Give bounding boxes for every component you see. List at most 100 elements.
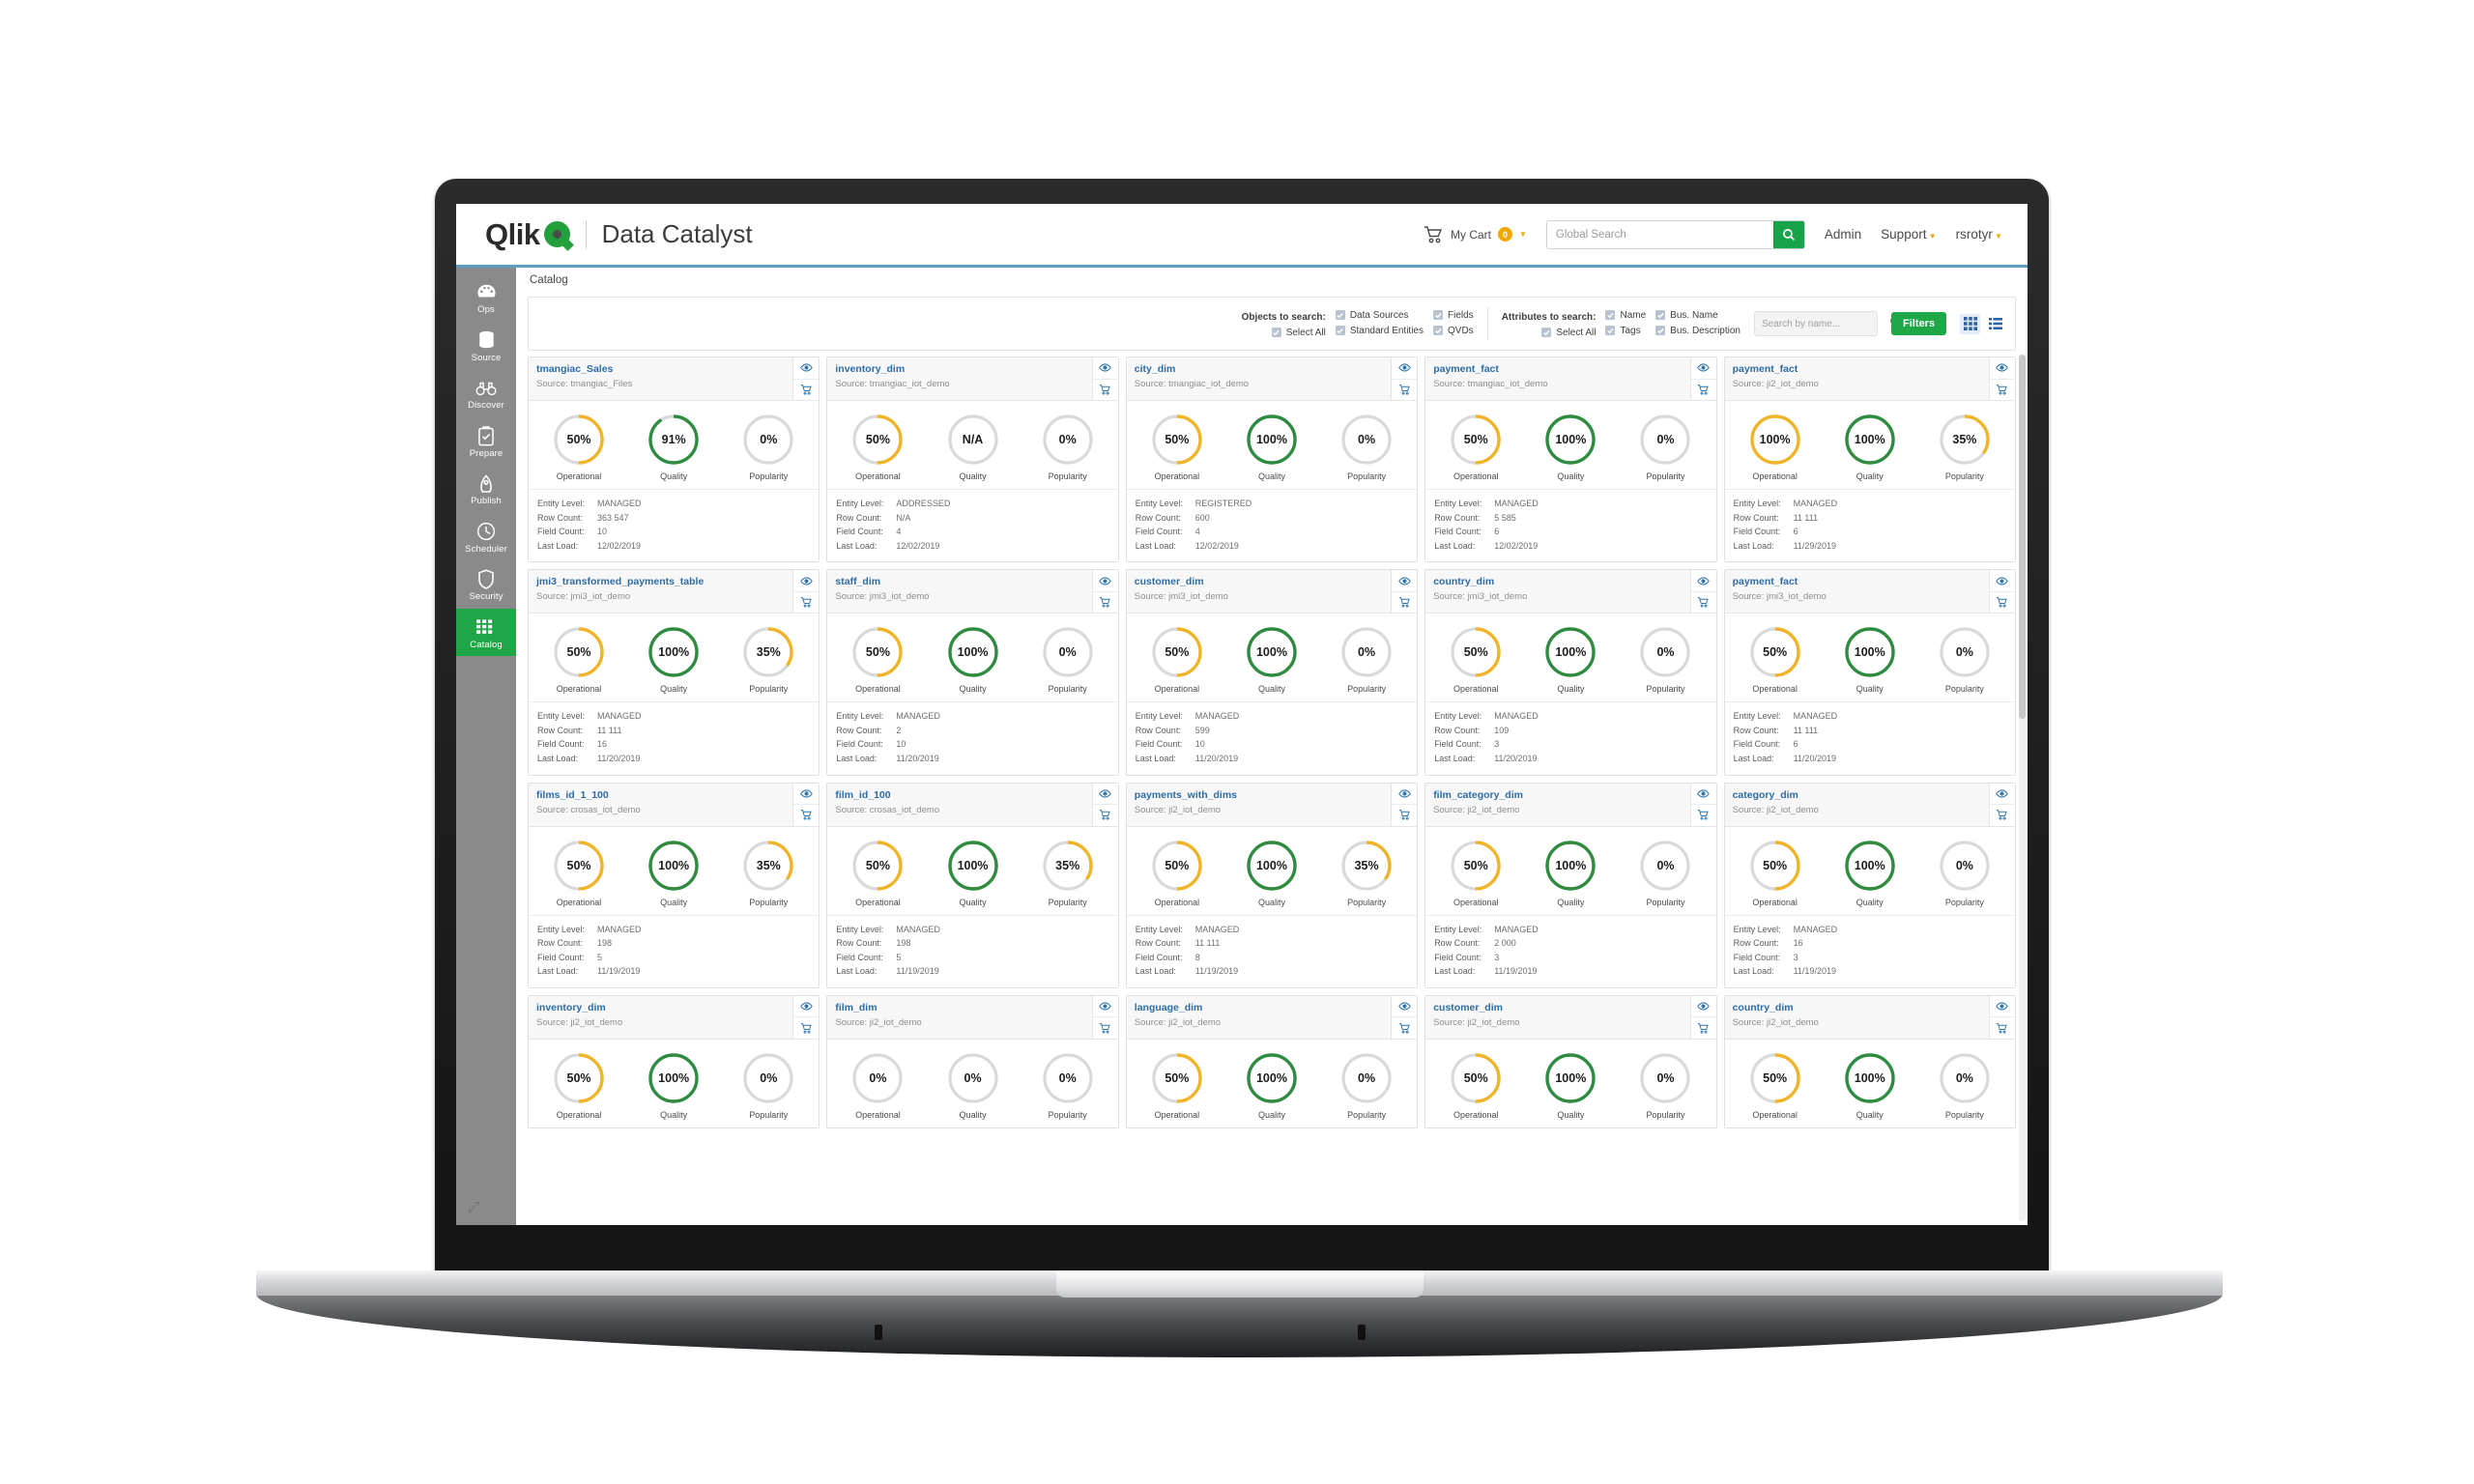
catalog-card[interactable]: customer_dim Source: jmi3_iot_demo 50% Oper… [1125, 569, 1419, 776]
card-title-link[interactable]: payment_fact [1733, 576, 1981, 587]
preview-eye-icon[interactable] [1691, 784, 1716, 804]
card-title-link[interactable]: customer_dim [1433, 1002, 1682, 1013]
catalog-card[interactable]: city_dim Source: tmangiac_iot_demo 50% Oper… [1125, 357, 1419, 563]
card-title-link[interactable]: payment_fact [1733, 363, 1981, 375]
card-title-link[interactable]: country_dim [1433, 576, 1682, 587]
preview-eye-icon[interactable] [1392, 357, 1417, 378]
catalog-card[interactable]: customer_dim Source: ji2_iot_demo 50% Opera… [1424, 994, 1717, 1128]
preview-eye-icon[interactable] [1392, 996, 1417, 1017]
preview-eye-icon[interactable] [1392, 784, 1417, 804]
add-to-cart-icon[interactable] [1989, 378, 2015, 401]
search-by-name-input[interactable] [1761, 318, 1889, 329]
catalog-card[interactable]: payment_fact Source: tmangiac_iot_demo 50%… [1424, 357, 1717, 563]
add-to-cart-icon[interactable] [1690, 378, 1716, 401]
add-to-cart-icon[interactable] [1392, 378, 1418, 401]
scrollbar-thumb[interactable] [2019, 355, 2026, 719]
sidebar-item-source[interactable]: Source [456, 322, 516, 370]
card-title-link[interactable]: city_dim [1135, 363, 1383, 375]
catalog-card[interactable]: staff_dim Source: jmi3_iot_demo 50% Operati… [826, 569, 1119, 776]
global-search-button[interactable] [1772, 220, 1804, 248]
card-title-link[interactable]: inventory_dim [835, 363, 1083, 375]
sidebar-item-ops[interactable]: Ops [456, 273, 516, 322]
preview-eye-icon[interactable] [1093, 996, 1118, 1017]
card-title-link[interactable]: payments_with_dims [1135, 789, 1383, 801]
preview-eye-icon[interactable] [1392, 570, 1417, 590]
card-title-link[interactable]: films_id_1_100 [536, 789, 785, 801]
sidebar-item-security[interactable]: Security [456, 560, 516, 609]
catalog-card[interactable]: country_dim Source: jmi3_iot_demo 50% Opera… [1424, 569, 1717, 776]
catalog-card[interactable]: film_id_100 Source: crosas_iot_demo 50% Ope… [826, 782, 1119, 988]
add-to-cart-icon[interactable] [793, 590, 820, 614]
preview-eye-icon[interactable] [1093, 357, 1118, 378]
preview-eye-icon[interactable] [1093, 570, 1118, 590]
add-to-cart-icon[interactable] [1392, 590, 1418, 614]
card-title-link[interactable]: customer_dim [1135, 576, 1383, 587]
name-search[interactable] [1753, 311, 1901, 336]
brand-logo[interactable]: Qlik Data Catalyst [485, 217, 753, 252]
preview-eye-icon[interactable] [1990, 357, 2015, 378]
filters-button[interactable]: Filters [1890, 312, 1946, 335]
add-to-cart-icon[interactable] [1690, 804, 1716, 826]
catalog-card[interactable]: tmangiac_Sales Source: tmangiac_Files 50% O… [528, 357, 820, 563]
objects-qvds-checkbox[interactable]: QVDs [1433, 326, 1474, 336]
global-search[interactable] [1545, 219, 1805, 249]
add-to-cart-icon[interactable] [1690, 1016, 1716, 1039]
card-title-link[interactable]: payment_fact [1433, 363, 1682, 375]
attributes-bus-name-checkbox[interactable]: Bus. Name [1655, 310, 1740, 321]
add-to-cart-icon[interactable] [1092, 1016, 1118, 1039]
add-to-cart-icon[interactable] [1989, 590, 2015, 614]
list-view-button[interactable] [1985, 314, 2005, 334]
sidebar-item-catalog[interactable]: Catalog [456, 608, 516, 656]
sidebar-item-publish[interactable]: Publish [456, 465, 516, 513]
card-title-link[interactable]: language_dim [1135, 1002, 1383, 1013]
add-to-cart-icon[interactable] [793, 804, 820, 826]
add-to-cart-icon[interactable] [1392, 804, 1418, 826]
nav-admin[interactable]: Admin [1825, 227, 1861, 242]
add-to-cart-icon[interactable] [1092, 590, 1118, 614]
objects-standard-entities-checkbox[interactable]: Standard Entities [1335, 326, 1424, 336]
card-title-link[interactable]: film_id_100 [835, 789, 1083, 801]
preview-eye-icon[interactable] [793, 996, 819, 1017]
add-to-cart-icon[interactable] [1092, 378, 1118, 401]
preview-eye-icon[interactable] [1691, 996, 1716, 1017]
catalog-card[interactable]: films_id_1_100 Source: crosas_iot_demo 50%… [528, 782, 820, 988]
sidebar-resize-handle[interactable]: ⤢ [468, 1199, 479, 1215]
catalog-card[interactable]: inventory_dim Source: tmangiac_iot_demo 50… [826, 357, 1119, 563]
preview-eye-icon[interactable] [1093, 784, 1118, 804]
card-title-link[interactable]: tmangiac_Sales [536, 363, 785, 375]
catalog-card[interactable]: film_dim Source: ji2_iot_demo 0% Operationa… [826, 994, 1119, 1128]
sidebar-item-discover[interactable]: Discover [456, 369, 516, 417]
add-to-cart-icon[interactable] [1690, 590, 1716, 614]
objects-data-sources-checkbox[interactable]: Data Sources [1335, 310, 1424, 321]
add-to-cart-icon[interactable] [1392, 1016, 1418, 1039]
global-search-input[interactable] [1546, 220, 1773, 248]
add-to-cart-icon[interactable] [1092, 804, 1118, 826]
objects-select-all-checkbox[interactable]: Select All [1271, 328, 1326, 338]
attributes-select-all-checkbox[interactable]: Select All [1541, 328, 1596, 338]
preview-eye-icon[interactable] [793, 570, 819, 590]
catalog-card[interactable]: country_dim Source: ji2_iot_demo 50% Operat… [1723, 994, 2016, 1128]
catalog-card[interactable]: payment_fact Source: ji2_iot_demo 100% Oper… [1723, 357, 2016, 563]
catalog-card[interactable]: payments_with_dims Source: ji2_iot_demo 50… [1125, 782, 1419, 988]
add-to-cart-icon[interactable] [793, 1016, 820, 1039]
catalog-card[interactable]: jmi3_transformed_payments_table Source: j… [528, 569, 820, 776]
nav-support[interactable]: Support ▼ [1881, 227, 1936, 242]
attributes-tags-checkbox[interactable]: Tags [1605, 326, 1646, 336]
preview-eye-icon[interactable] [1990, 996, 2015, 1017]
preview-eye-icon[interactable] [1990, 570, 2015, 590]
add-to-cart-icon[interactable] [1989, 1016, 2015, 1039]
add-to-cart-icon[interactable] [1989, 804, 2015, 826]
card-title-link[interactable]: film_category_dim [1433, 789, 1682, 801]
vertical-scrollbar[interactable] [2019, 355, 2026, 1221]
objects-fields-checkbox[interactable]: Fields [1433, 310, 1474, 321]
catalog-card[interactable]: category_dim Source: ji2_iot_demo 50% Opera… [1723, 782, 2016, 988]
sidebar-item-prepare[interactable]: Prepare [456, 417, 516, 466]
sidebar-item-scheduler[interactable]: Scheduler [456, 513, 516, 561]
card-title-link[interactable]: film_dim [835, 1002, 1083, 1013]
catalog-card[interactable]: language_dim Source: ji2_iot_demo 50% Opera… [1125, 994, 1419, 1128]
card-title-link[interactable]: inventory_dim [536, 1002, 785, 1013]
card-title-link[interactable]: category_dim [1733, 789, 1981, 801]
preview-eye-icon[interactable] [1990, 784, 2015, 804]
preview-eye-icon[interactable] [1691, 357, 1716, 378]
catalog-cards-scroll[interactable]: tmangiac_Sales Source: tmangiac_Files 50% O… [516, 351, 2028, 1225]
